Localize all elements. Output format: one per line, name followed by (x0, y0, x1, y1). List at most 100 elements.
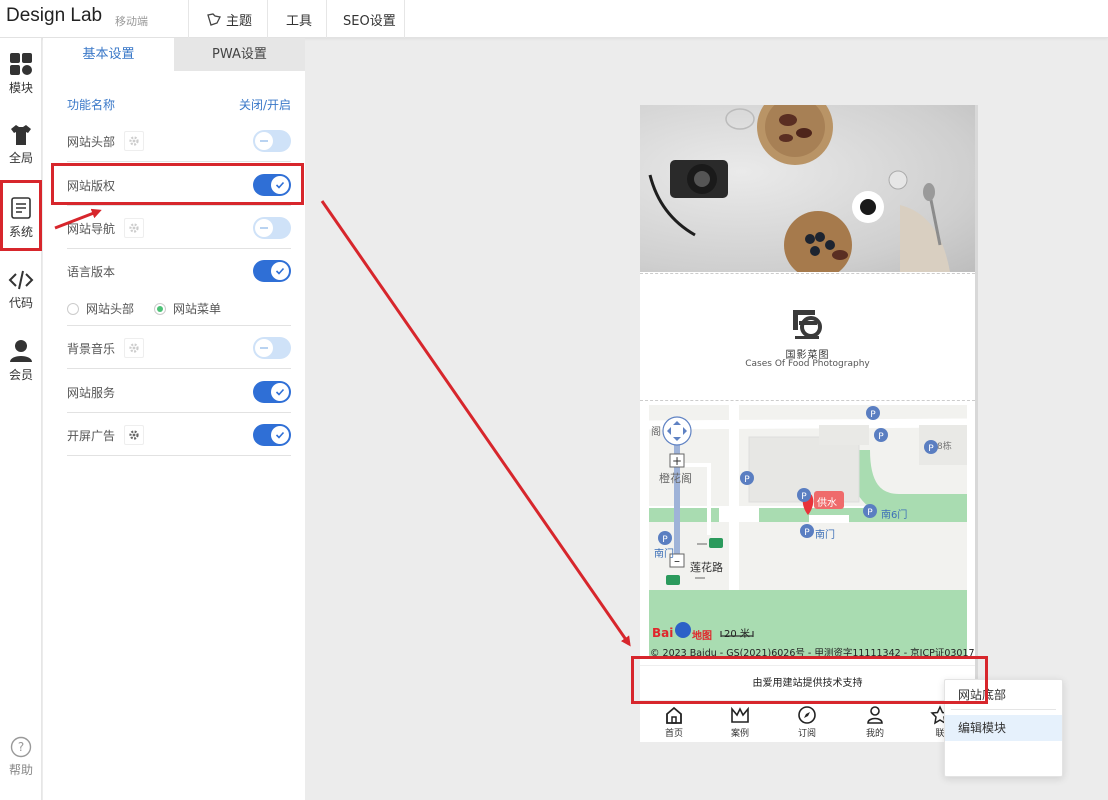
radio-site-header[interactable]: 网站头部 (67, 300, 134, 317)
baidu-logo: Bai (652, 626, 674, 640)
nav-label: 案例 (730, 729, 749, 739)
tab-pwa-settings[interactable]: PWA设置 (174, 38, 305, 71)
user-icon (867, 706, 883, 724)
radio-label: 网站头部 (86, 302, 135, 316)
svg-text:+: + (672, 454, 682, 468)
svg-text:–: – (674, 554, 680, 568)
help-icon: ? (10, 736, 32, 758)
setting-row-header: 网站头部 (67, 119, 291, 162)
logo-mark-icon (793, 310, 822, 339)
toggle-language[interactable] (253, 260, 291, 282)
setting-label: 背景音乐 (67, 342, 116, 356)
seo-menu[interactable]: SEO设置 (343, 10, 396, 29)
preview-scrollbar[interactable] (975, 105, 978, 742)
toggle-music[interactable] (253, 337, 291, 359)
mobile-label: 移动端 (115, 15, 148, 28)
tab-basic-settings[interactable]: 基本设置 (43, 38, 174, 71)
divider (404, 0, 405, 38)
toggle-splash-ad[interactable] (253, 424, 291, 446)
logo-section[interactable]: 国影菜图 Cases Of Food Photography (640, 273, 975, 401)
sidebar-item-label: 全局 (8, 151, 33, 165)
annotation-box-copyright-row (51, 163, 304, 205)
map-label-gate6: 南6门 (881, 510, 908, 521)
nav-label: 首页 (664, 729, 683, 739)
svg-text:?: ? (18, 740, 24, 754)
check-icon (271, 383, 289, 401)
annotation-box-system (0, 180, 42, 251)
svg-text:P: P (928, 444, 934, 454)
map-scale-label: 20 米 (724, 629, 750, 640)
toggle-navigation[interactable] (253, 217, 291, 239)
sidebar-item-label: 帮助 (8, 763, 33, 777)
map-label-building8: 8栋 (937, 442, 952, 452)
setting-label: 语言版本 (67, 265, 116, 279)
mobile-view-toggle[interactable]: 移动端 (115, 13, 763, 129)
banner-photo[interactable] (640, 105, 975, 272)
code-icon (8, 270, 34, 290)
sidebar-item-help[interactable]: ? 帮助 (0, 736, 42, 778)
settings-header: 功能名称 关闭/开启 (67, 96, 291, 113)
divider (951, 709, 1056, 710)
user-icon (10, 340, 32, 362)
divider (188, 0, 189, 38)
logo-english-text: Cases Of Food Photography (745, 359, 870, 369)
toggle-knob (255, 132, 273, 150)
sidebar-item-global[interactable]: 全局 (0, 124, 42, 166)
map-canvas: + – P P P P P P P P (649, 405, 967, 657)
svg-text:P: P (801, 492, 807, 502)
check-icon (271, 426, 289, 444)
menu-item-edit-module[interactable]: 编辑模块 (945, 715, 1062, 741)
bottom-nav: 首页 案例 订阅 我的 联 (640, 703, 975, 742)
map-label-road: 莲花路 (690, 561, 723, 574)
top-bar: Design Lab 移动端 主题 工具 SEO设置 (0, 0, 1108, 129)
brand-title: Design Lab (6, 5, 103, 26)
nav-home[interactable]: 首页 (644, 703, 704, 739)
gear-icon[interactable] (124, 218, 144, 238)
toggle-knob (255, 219, 273, 237)
svg-text:P: P (744, 475, 750, 485)
left-icon-bar: 模块 全局 系统 代码 会员 ? 帮助 (0, 38, 42, 800)
header-toggle: 关闭/开启 (238, 98, 291, 112)
shirt-icon (11, 125, 31, 145)
setting-row-service: 网站服务 (67, 370, 291, 413)
grid-icon (10, 53, 32, 75)
sidebar-item-modules[interactable]: 模块 (0, 52, 42, 96)
radio-dot (67, 302, 79, 315)
radio-dot (154, 302, 167, 315)
toggle-service[interactable] (253, 381, 291, 403)
sidebar-item-code[interactable]: 代码 (0, 269, 42, 311)
sidebar-item-label: 代码 (8, 296, 33, 310)
svg-text:P: P (878, 432, 884, 442)
gear-icon[interactable] (124, 131, 144, 151)
theme-menu[interactable]: 主题 (206, 10, 252, 29)
map-label-building: 橙花阁 (659, 472, 692, 485)
gear-icon[interactable] (124, 425, 144, 445)
check-icon (271, 262, 289, 280)
nav-subscribe[interactable]: 订阅 (777, 703, 837, 739)
setting-label: 网站导航 (67, 222, 116, 236)
sidebar-item-member[interactable]: 会员 (0, 339, 42, 383)
divider (267, 0, 268, 38)
sidebar-item-label: 模块 (8, 81, 33, 95)
gear-icon[interactable] (124, 338, 144, 358)
header-name: 功能名称 (67, 98, 116, 112)
theme-icon (207, 12, 221, 26)
setting-row-language: 语言版本 (67, 249, 291, 292)
tools-menu[interactable]: 工具 (286, 10, 312, 29)
arrow-to-footer (320, 200, 631, 647)
toggle-header[interactable] (253, 130, 291, 152)
nav-cases[interactable]: 案例 (710, 703, 770, 739)
map-label-supply: 供水 (817, 498, 837, 509)
svg-text:P: P (867, 508, 873, 518)
setting-label: 开屏广告 (67, 429, 116, 443)
mobile-preview: 国影菜图 Cases Of Food Photography + – P P P… (640, 105, 978, 742)
food-photo-image (648, 105, 950, 272)
radio-site-menu[interactable]: 网站菜单 (154, 300, 221, 317)
nav-mine[interactable]: 我的 (845, 703, 905, 739)
crown-icon (731, 706, 749, 723)
svg-text:P: P (662, 535, 668, 545)
toggle-knob (255, 339, 273, 357)
baidu-logo-map: 地图 (692, 631, 712, 642)
baidu-map[interactable]: + – P P P P P P P P 供水 橙花阁 阁 8栋 南6门 南门 南… (649, 405, 967, 657)
divider (326, 0, 327, 38)
